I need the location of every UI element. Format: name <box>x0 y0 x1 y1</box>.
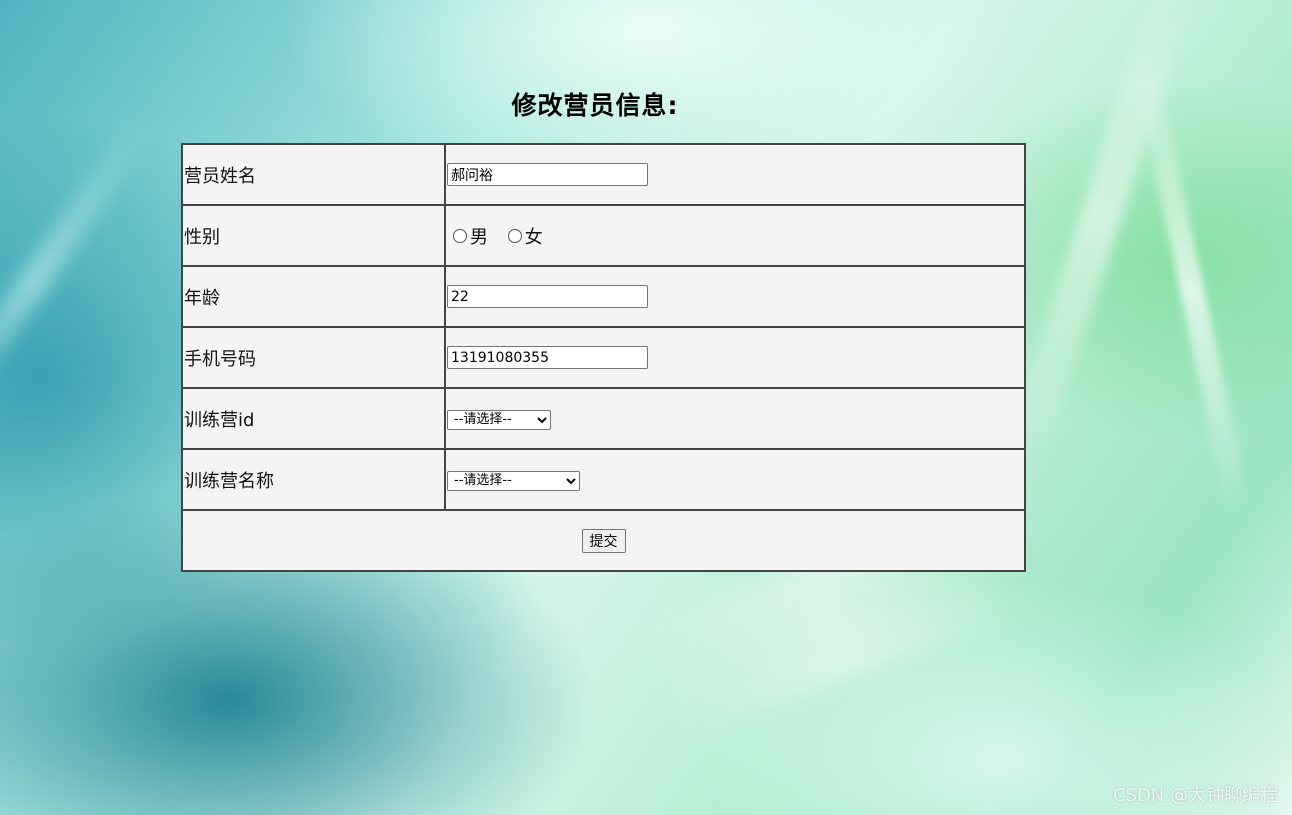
name-input[interactable] <box>447 163 648 186</box>
male-radio[interactable] <box>453 228 467 243</box>
female-radio-label: 女 <box>524 226 543 248</box>
camp-id-label: 训练营id <box>181 387 446 450</box>
form-row-submit: 提交 <box>181 509 1026 572</box>
camp-name-label: 训练营名称 <box>181 448 446 511</box>
gender-option-female[interactable]: 女 <box>507 223 543 249</box>
form-row-name: 营员姓名 <box>181 143 1026 206</box>
submit-button[interactable]: 提交 <box>581 528 626 553</box>
background-streak <box>0 115 157 445</box>
age-label: 年龄 <box>181 265 446 328</box>
page-title: 修改营员信息: <box>511 91 679 120</box>
camp-name-select[interactable]: --请选择-- <box>447 470 580 491</box>
background-streak <box>1132 62 1252 518</box>
gender-option-male[interactable]: 男 <box>453 223 488 249</box>
form-row-age: 年龄 <box>181 265 1026 328</box>
form-row-phone: 手机号码 <box>181 326 1026 389</box>
phone-label: 手机号码 <box>181 326 446 389</box>
age-input[interactable] <box>447 285 648 309</box>
form-row-camp-name: 训练营名称 --请选择-- <box>181 448 1026 511</box>
form-row-camp-id: 训练营id --请选择-- <box>181 387 1026 450</box>
female-radio[interactable] <box>507 228 522 243</box>
edit-member-form: 营员姓名 性别 男 女 年龄 手机号码 训练营id <box>181 143 1026 572</box>
male-radio-label: 男 <box>470 226 488 248</box>
name-label: 营员姓名 <box>181 143 446 206</box>
camp-id-select[interactable]: --请选择-- <box>447 409 551 430</box>
background-streak <box>1000 0 1200 474</box>
gender-label: 性别 <box>181 204 446 267</box>
phone-input[interactable] <box>447 346 648 370</box>
form-row-gender: 性别 男 女 <box>181 204 1026 267</box>
watermark: CSDN @大钟聊编程 <box>1112 785 1278 806</box>
